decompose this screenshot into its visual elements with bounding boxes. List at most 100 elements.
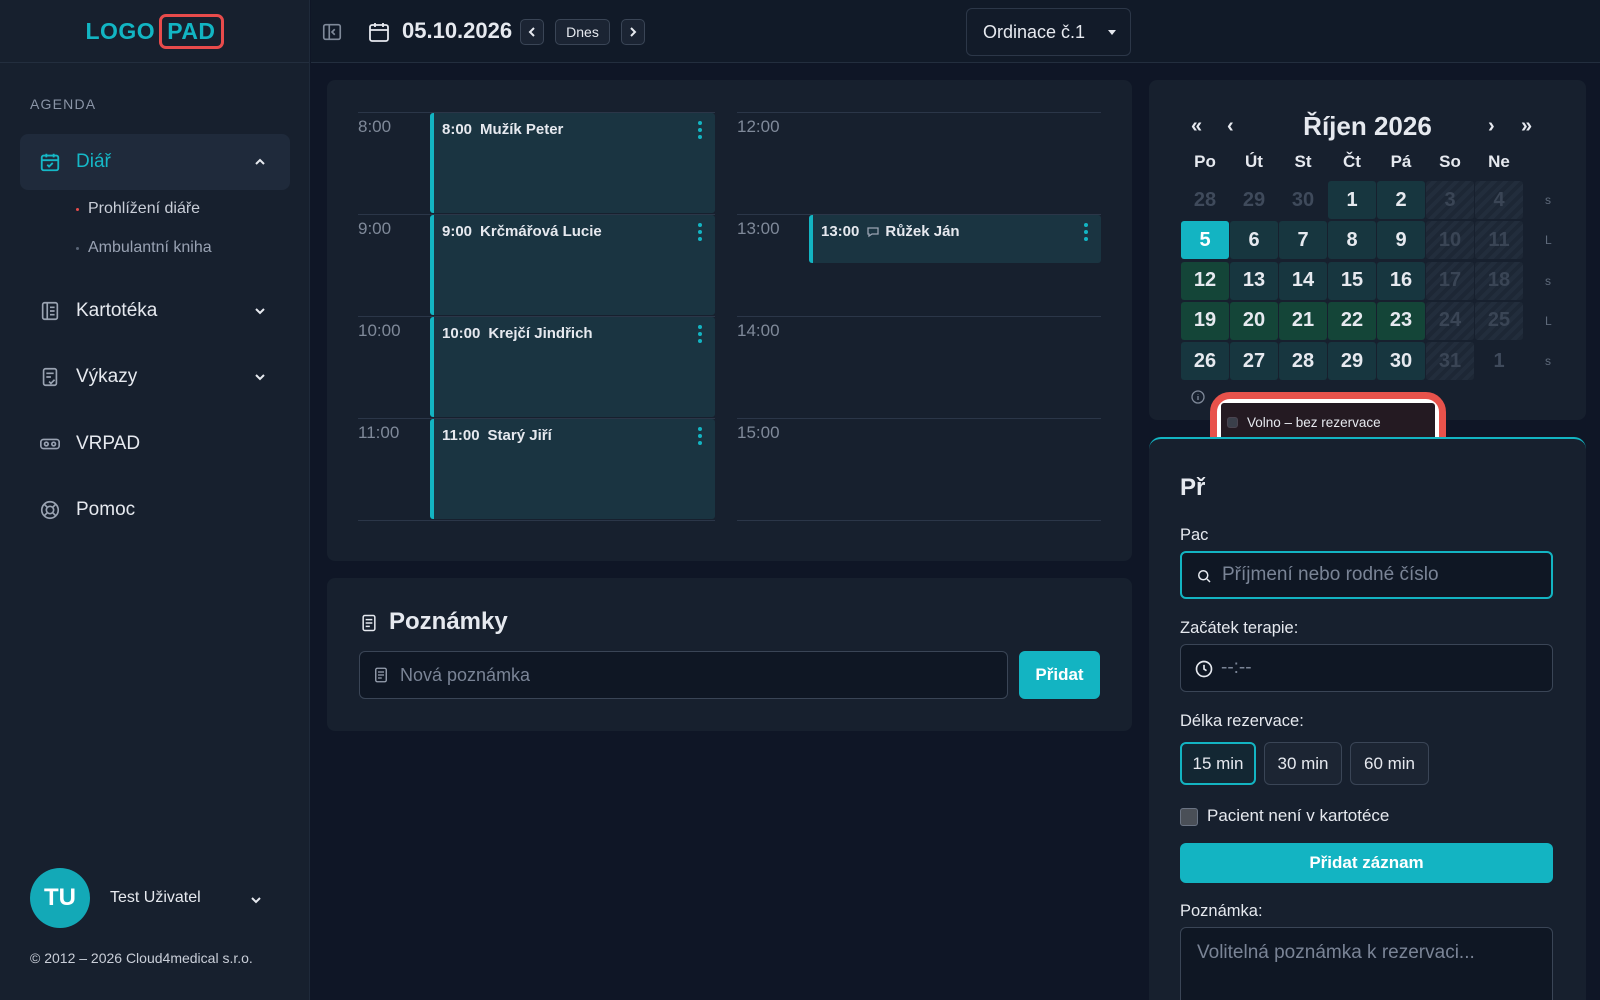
- appointment-text: 8:00 Mužík Peter: [442, 121, 563, 138]
- appointment-text: 13:00 Růžek Ján: [821, 223, 960, 240]
- calendar-day: 28: [1193, 188, 1217, 211]
- calendar-day[interactable]: 1: [1328, 181, 1376, 219]
- appointment[interactable]: 9:00 Krčmářová Lucie: [430, 215, 715, 315]
- sidebar-collapse-icon[interactable]: [321, 21, 343, 43]
- grid-line: [737, 520, 1101, 521]
- calendar-day[interactable]: 15: [1328, 261, 1376, 300]
- calendar-icon[interactable]: [367, 20, 391, 44]
- appointment-text: 10:00 Krejčí Jindřich: [442, 325, 593, 342]
- add-note-button[interactable]: Přidat: [1019, 651, 1100, 699]
- today-button[interactable]: Dnes: [555, 19, 610, 45]
- calendar-day[interactable]: 9: [1377, 221, 1425, 260]
- chevron-right-icon: [630, 27, 637, 37]
- grid-line: [737, 418, 1101, 419]
- weekday-header: Pá: [1390, 152, 1412, 171]
- calendar-day: 4: [1475, 181, 1523, 219]
- calendar-day[interactable]: 6: [1230, 221, 1278, 260]
- more-vertical-icon[interactable]: [698, 121, 702, 139]
- calendar-day[interactable]: 30: [1377, 342, 1425, 381]
- more-vertical-icon[interactable]: [698, 223, 702, 241]
- calendar-day: 29: [1242, 188, 1266, 211]
- calendar-day[interactable]: 23: [1377, 301, 1425, 340]
- calendar-day[interactable]: 27: [1230, 342, 1278, 381]
- appointment[interactable]: 10:00 Krejčí Jindřich: [430, 317, 715, 417]
- calendar-day[interactable]: 16: [1377, 261, 1425, 300]
- user-name: Test Uživatel: [110, 889, 201, 906]
- calendar-day[interactable]: 19: [1181, 301, 1229, 340]
- calendar-day-today[interactable]: 5: [1181, 221, 1229, 260]
- bullet-icon: [76, 207, 79, 211]
- calendar-day[interactable]: 28: [1279, 342, 1327, 381]
- sidebar-item-label: Kartotéka: [76, 300, 158, 321]
- sidebar-subitem-ambulantni-kniha[interactable]: Ambulantní kniha: [76, 239, 212, 257]
- sidebar-subitem-label: Prohlížení diáře: [88, 200, 201, 217]
- week-tag: L: [1545, 313, 1552, 328]
- current-date[interactable]: 05.10.2026: [402, 18, 512, 44]
- appointment-patient: Mužík Peter: [480, 121, 564, 138]
- patient-search-input[interactable]: Příjmení nebo rodné číslo: [1180, 551, 1553, 599]
- patient-search-placeholder: Příjmení nebo rodné číslo: [1222, 564, 1439, 585]
- hour-label: 10:00: [358, 321, 401, 340]
- calendar-day[interactable]: 8: [1328, 221, 1376, 260]
- calendar-day[interactable]: 14: [1279, 261, 1327, 300]
- new-note-input[interactable]: Nová poznámka: [359, 651, 1008, 699]
- legend-swatch-icon: [1227, 416, 1238, 428]
- appointment[interactable]: 13:00 Růžek Ján: [809, 215, 1101, 263]
- appointment[interactable]: 11:00 Starý Jiří: [430, 419, 715, 519]
- office-select[interactable]: Ordinace č.1: [966, 8, 1131, 56]
- calendar-day[interactable]: 12: [1181, 261, 1229, 300]
- calendar-day[interactable]: 7: [1279, 221, 1327, 260]
- sidebar-item-label: Diář: [76, 151, 111, 172]
- calendar-day[interactable]: 26: [1181, 342, 1229, 381]
- bullet-icon: [76, 246, 79, 250]
- calendar-day[interactable]: 22: [1328, 301, 1376, 340]
- calendar-day[interactable]: 13: [1230, 261, 1278, 300]
- grid-line: [737, 316, 1101, 317]
- calendar-day[interactable]: 20: [1230, 301, 1278, 340]
- logo[interactable]: LOGO PAD: [0, 0, 309, 63]
- copyright: © 2012 – 2026 Cloud4medical s.r.o.: [30, 950, 253, 966]
- sidebar-item-pomoc[interactable]: Pomoc: [20, 482, 290, 538]
- booking-form: Př Pac Příjmení nebo rodné číslo Začátek…: [1149, 437, 1586, 1000]
- length-60-button[interactable]: 60 min: [1350, 742, 1429, 785]
- more-vertical-icon[interactable]: [698, 325, 702, 343]
- calendar-day[interactable]: 2: [1377, 181, 1425, 219]
- add-record-button[interactable]: Přidat záznam: [1180, 843, 1553, 883]
- notes-title: Poznámky: [389, 608, 508, 635]
- not-in-records-label[interactable]: Pacient není v kartotéce: [1207, 806, 1389, 826]
- length-30-button[interactable]: 30 min: [1264, 742, 1342, 785]
- appointment-time: 9:00: [442, 223, 473, 240]
- length-15-button[interactable]: 15 min: [1180, 742, 1256, 785]
- last-month-button[interactable]: »: [1521, 115, 1532, 138]
- more-vertical-icon[interactable]: [698, 427, 702, 445]
- more-vertical-icon[interactable]: [1084, 223, 1088, 241]
- week-tag: s: [1545, 273, 1551, 288]
- sidebar-item-kartoteka[interactable]: Kartotéka: [20, 283, 290, 339]
- schedule-panel: 8:00 9:00 10:00 11:00 12:00 13:00 14:00 …: [327, 80, 1132, 561]
- sidebar-subitem-prohlizeni[interactable]: Prohlížení diáře: [76, 200, 200, 218]
- sidebar-item-vrpad[interactable]: VRPAD: [20, 416, 290, 472]
- next-month-button[interactable]: ›: [1488, 115, 1495, 138]
- legend-label: Volno – bez rezervace: [1247, 414, 1381, 430]
- prev-day-button[interactable]: [520, 19, 544, 45]
- vr-headset-icon: [38, 432, 62, 456]
- weekday-header: Út: [1245, 152, 1263, 171]
- calendar-check-icon: [38, 150, 62, 174]
- next-day-button[interactable]: [621, 19, 645, 45]
- appointment[interactable]: 8:00 Mužík Peter: [430, 113, 715, 213]
- therapy-start-input[interactable]: --:--: [1180, 644, 1553, 692]
- calendar-day[interactable]: 21: [1279, 301, 1327, 340]
- info-icon[interactable]: [1191, 390, 1205, 404]
- book-icon: [38, 299, 62, 323]
- not-in-records-checkbox[interactable]: [1180, 808, 1198, 826]
- calendar-day: 31: [1426, 342, 1474, 381]
- calendar-day[interactable]: 29: [1328, 342, 1376, 381]
- appointment-patient: Krčmářová Lucie: [480, 223, 602, 240]
- chevron-left-icon: [528, 27, 535, 37]
- sidebar-item-vykazy[interactable]: Výkazy: [20, 349, 290, 405]
- user-menu[interactable]: TU Test Uživatel: [30, 868, 261, 928]
- sidebar-item-diar[interactable]: Diář: [20, 134, 290, 190]
- reservation-note-textarea[interactable]: Volitelná poznámka k rezervaci...: [1180, 927, 1553, 1000]
- appointment-time: 13:00: [821, 223, 860, 240]
- appointment-time: 11:00: [442, 427, 480, 444]
